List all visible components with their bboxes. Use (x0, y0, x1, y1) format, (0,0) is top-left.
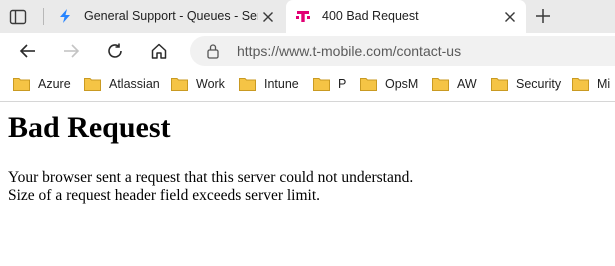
folder-icon (13, 78, 30, 91)
folder-icon (491, 78, 508, 91)
bookmark-label: Atlassian (109, 77, 160, 91)
bookmark-label: OpsM (385, 77, 419, 91)
bookmark-label: Azure (38, 77, 71, 91)
error-message-line: Size of a request header field exceeds s… (8, 187, 321, 204)
bookmarks-bar: Azure Atlassian Work Intune P OpsM AW Se… (0, 69, 615, 102)
url-text[interactable]: https://www.t-mobile.com/contact-us (237, 43, 461, 59)
folder-icon (84, 78, 101, 91)
jira-service-icon (57, 8, 73, 24)
home-icon[interactable] (150, 42, 168, 60)
tab-strip: General Support - Queues - Service 400 B… (0, 0, 615, 33)
tab-actions-icon[interactable] (8, 7, 28, 27)
bookmark-label: Mi (597, 77, 611, 91)
folder-icon (432, 78, 449, 91)
bookmark-label: AW (457, 77, 477, 91)
bookmark-label: Work (196, 77, 225, 91)
bookmark-label: Intune (264, 77, 299, 91)
address-bar[interactable]: https://www.t-mobile.com/contact-us (190, 36, 615, 66)
back-arrow-icon[interactable] (19, 42, 37, 60)
tab-separator (43, 8, 44, 25)
page-content: Bad Request Your browser sent a request … (0, 102, 615, 266)
forward-arrow-icon[interactable] (62, 42, 80, 60)
tab-title: General Support - Queues - Service (84, 9, 258, 23)
tab-general-support[interactable]: General Support - Queues - Service (48, 0, 284, 33)
folder-icon (239, 78, 256, 91)
bookmark-label: Security (516, 77, 562, 91)
tab-title: 400 Bad Request (322, 9, 419, 23)
lock-icon[interactable] (206, 43, 220, 59)
folder-icon (572, 78, 589, 91)
error-title: Bad Request (8, 111, 171, 144)
refresh-icon[interactable] (106, 42, 124, 60)
new-tab-icon[interactable] (534, 7, 552, 25)
bookmark-label: P (338, 77, 347, 91)
folder-icon (360, 78, 377, 91)
tab-bad-request[interactable]: 400 Bad Request (286, 0, 526, 33)
error-message: Your browser sent a request that this se… (8, 169, 413, 205)
close-tab-icon[interactable] (262, 10, 274, 22)
folder-icon (313, 78, 330, 91)
t-mobile-icon (295, 8, 311, 24)
close-tab-icon[interactable] (504, 10, 516, 22)
folder-icon (171, 78, 188, 91)
error-message-line: Your browser sent a request that this se… (8, 169, 414, 186)
browser-toolbar: https://www.t-mobile.com/contact-us (0, 33, 615, 69)
